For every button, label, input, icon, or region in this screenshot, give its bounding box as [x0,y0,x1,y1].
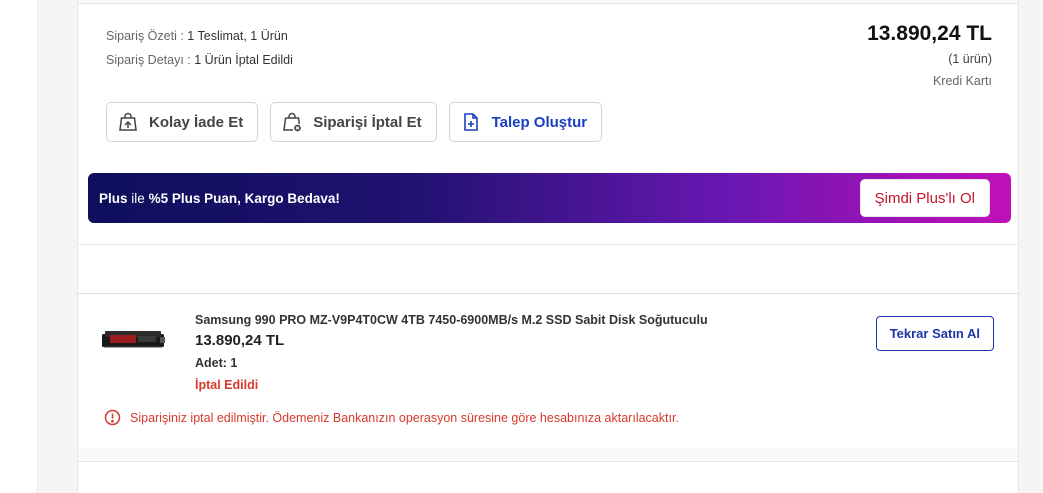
cancel-order-label: Siparişi İptal Et [313,113,422,131]
cancel-notice-text: Siparişiniz iptal edilmiştir. Ödemeniz B… [130,410,679,425]
next-card [78,461,1018,493]
easy-return-button[interactable]: Kolay İade Et [106,102,259,142]
summary-key: Sipariş Özeti : [106,29,184,43]
document-plus-icon [460,111,482,133]
order-total: 13.890,24 TL [867,22,992,45]
plus-connector: ile [131,190,145,206]
order-summary-text: Sipariş Özeti : 1 Teslimat, 1 Ürün Sipar… [106,24,293,72]
detail-key: Sipariş Detayı : [106,53,191,67]
easy-return-label: Kolay İade Et [149,113,244,131]
plus-brand: Plus [99,190,128,206]
order-panel: Sipariş Özeti : 1 Teslimat, 1 Ürün Sipar… [77,0,1019,493]
create-request-button[interactable]: Talep Oluştur [448,102,603,142]
product-price: 13.890,24 TL [195,332,285,349]
cancel-notice: Siparişiniz iptal edilmiştir. Ödemeniz B… [104,409,679,426]
product-image[interactable] [102,327,166,351]
rebuy-button[interactable]: Tekrar Satın Al [875,316,994,351]
summary-value: 1 Teslimat, 1 Ürün [187,29,288,43]
product-name[interactable]: Samsung 990 PRO MZ-V9P4T0CW 4TB 7450-690… [195,311,708,329]
order-actions: Kolay İade Et Siparişi İptal Et Talep Ol… [106,102,603,142]
join-plus-button[interactable]: Şimdi Plus'lı Ol [859,179,990,217]
left-sidebar-strip [0,0,38,493]
cancel-order-button[interactable]: Siparişi İptal Et [270,102,437,142]
product-info: Samsung 990 PRO MZ-V9P4T0CW 4TB 7450-690… [195,311,708,395]
spacer-card [78,244,1018,294]
order-total-block: 13.890,24 TL (1 ürün) Kredi Kartı [867,20,992,90]
plus-promo-banner: Plus ile %5 Plus Puan, Kargo Bedava! Şim… [88,173,1011,223]
detail-value: 1 Ürün İptal Edildi [194,53,293,67]
summary-row: Sipariş Özeti : 1 Teslimat, 1 Ürün [106,24,293,48]
order-item-count: (1 ürün) [948,52,992,66]
create-request-label: Talep Oluştur [491,113,588,131]
payment-method: Kredi Kartı [932,74,992,88]
product-status: İptal Edildi [195,378,259,392]
bag-return-icon [117,111,139,133]
order-summary-card: Sipariş Özeti : 1 Teslimat, 1 Ürün Sipar… [78,3,1018,243]
detail-row: Sipariş Detayı : 1 Ürün İptal Edildi [106,48,293,72]
bag-cancel-icon [281,111,303,133]
error-circle-icon [104,409,121,426]
plus-promo-text: Plus ile %5 Plus Puan, Kargo Bedava! [99,191,340,206]
product-quantity: Adet: 1 [195,356,238,370]
plus-offer: %5 Plus Puan, Kargo Bedava! [148,190,340,206]
product-card: Samsung 990 PRO MZ-V9P4T0CW 4TB 7450-690… [78,295,1018,448]
